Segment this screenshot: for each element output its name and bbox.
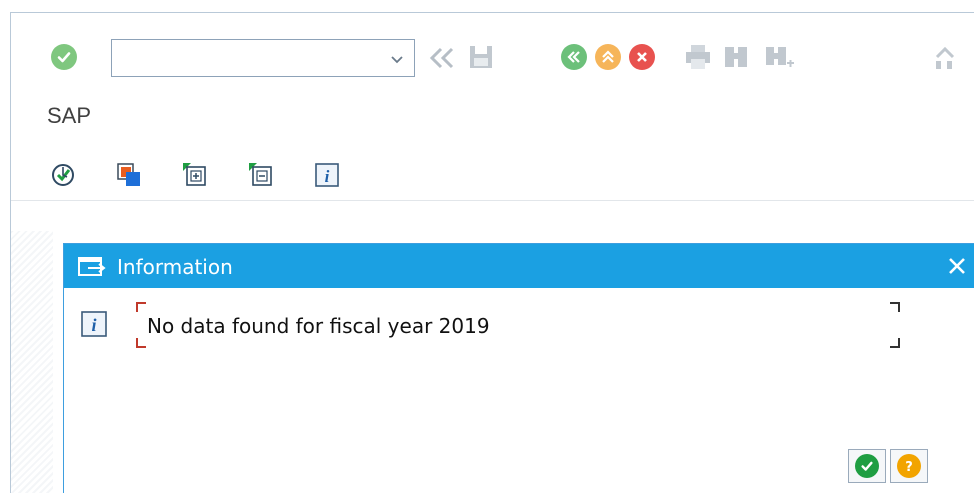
focus-corner-br: [890, 338, 900, 348]
expand-icon[interactable]: [181, 161, 209, 189]
svg-text:?: ?: [905, 460, 913, 473]
exit-icon: [595, 44, 621, 70]
enter-button[interactable]: [51, 44, 77, 70]
find-icon[interactable]: [721, 43, 751, 71]
first-page-icon[interactable]: [931, 43, 961, 73]
confirm-button[interactable]: [848, 449, 886, 483]
page-title: SAP: [47, 103, 92, 128]
print-icon[interactable]: [683, 43, 713, 71]
back-button[interactable]: [561, 44, 587, 70]
sap-window: SAP i Information i No data found for fi…: [10, 12, 974, 493]
copy-variant-icon[interactable]: [115, 161, 143, 189]
exit-button[interactable]: [595, 44, 621, 70]
system-toolbar: [11, 13, 974, 97]
dialog-header: Information: [64, 244, 974, 288]
focus-corner-tl: [136, 302, 146, 312]
execute-icon[interactable]: [49, 161, 77, 189]
cancel-icon: [629, 44, 655, 70]
focus-corner-bl: [136, 338, 146, 348]
confirm-icon: [855, 454, 879, 478]
chevron-down-icon[interactable]: [388, 50, 406, 68]
back-icon: [561, 44, 587, 70]
help-button[interactable]: ?: [890, 449, 928, 483]
double-left-icon[interactable]: [427, 45, 457, 71]
collapse-icon[interactable]: [247, 161, 275, 189]
background-pattern: [11, 231, 53, 493]
dialog-message: No data found for fiscal year 2019: [147, 314, 490, 338]
command-field[interactable]: [111, 39, 415, 77]
cancel-button[interactable]: [629, 44, 655, 70]
find-next-icon[interactable]: [763, 43, 795, 73]
svg-text:i: i: [325, 167, 330, 186]
dialog-window-icon: [78, 257, 106, 276]
info-icon[interactable]: i: [313, 161, 341, 189]
enter-icon: [51, 44, 77, 70]
info-icon: i: [81, 311, 107, 337]
dialog-title: Information: [117, 255, 233, 279]
save-icon[interactable]: [467, 43, 495, 71]
help-icon: ?: [897, 454, 921, 478]
information-dialog: Information i No data found for fiscal y…: [63, 243, 974, 493]
svg-text:i: i: [91, 315, 96, 335]
application-toolbar: i: [11, 153, 974, 201]
focus-corner-tr: [890, 302, 900, 312]
close-icon[interactable]: [944, 253, 970, 279]
